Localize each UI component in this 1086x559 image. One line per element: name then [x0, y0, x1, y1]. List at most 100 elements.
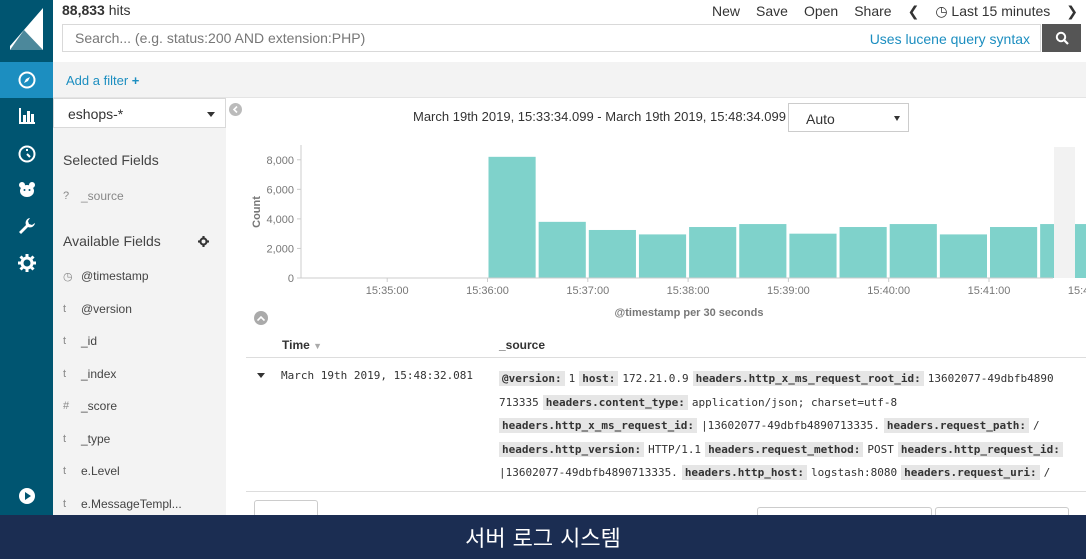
time-forward-chevron-icon[interactable]: ❯ — [1058, 3, 1086, 20]
source-line: headers.http_x_ms_request_id: |13602077-4… — [499, 414, 1079, 438]
kibana-logo[interactable] — [0, 0, 53, 60]
management-gear-icon[interactable] — [0, 245, 53, 281]
histogram-bar[interactable] — [739, 224, 787, 278]
field-name: @timestamp — [81, 269, 149, 283]
index-pattern-select[interactable]: eshops-* — [53, 98, 226, 128]
available-field-item[interactable]: t _id — [63, 333, 97, 349]
field-type-icon: t — [63, 433, 67, 445]
source-key: headers.request_path: — [883, 418, 1029, 433]
field-type-icon: ? — [63, 190, 70, 202]
partial-bucket-shade — [1054, 147, 1075, 278]
histogram-bar[interactable] — [588, 229, 636, 278]
available-field-item[interactable]: t e.MessageTempl... — [63, 496, 182, 512]
dev-tools-wrench-icon[interactable] — [0, 208, 53, 244]
sort-caret-icon: ▼ — [313, 341, 323, 351]
chevron-left-icon — [232, 106, 238, 113]
timepicker-button[interactable]: ◷ Last 15 minutes — [927, 3, 1058, 20]
clock-icon: ◷ — [935, 2, 948, 19]
search-bar: Uses lucene query syntax — [62, 24, 1041, 52]
histogram-bar[interactable] — [638, 234, 687, 278]
clock-icon: ◷ — [63, 270, 73, 283]
field-type-icon: # — [63, 400, 70, 412]
left-nav — [0, 0, 53, 515]
row-timestamp: March 19th 2019, 15:48:32.081 — [281, 369, 474, 382]
doc-table-header: Time ▼ _source — [246, 330, 1086, 358]
interval-select[interactable]: Auto — [788, 103, 909, 132]
add-filter-button[interactable]: Add a filter + — [66, 73, 139, 88]
source-value: 172.21.0.9 — [622, 372, 689, 385]
available-field-item[interactable]: t e.Level — [63, 463, 120, 479]
source-key: @version: — [499, 371, 565, 386]
top-menu: New Save Open Share ❮ ◷ Last 15 minutes … — [704, 0, 1086, 22]
toggle-chart-button[interactable] — [254, 311, 268, 325]
hits-count: 88,833 hits — [62, 2, 131, 18]
field-name: e.Level — [81, 464, 120, 478]
source-value: 13602077-49dbfb4890 — [927, 372, 1054, 385]
source-value: / — [1043, 466, 1051, 479]
source-value: 713335 — [499, 395, 539, 409]
field-type-icon: t — [63, 465, 67, 477]
source-line: @version: 1 host: 172.21.0.9 headers.http_x_… — [499, 367, 1079, 391]
source-value: POST — [867, 442, 894, 456]
source-value: / — [1032, 419, 1040, 432]
source-key: headers.http_host: — [681, 465, 808, 480]
time-column-header[interactable]: Time ▼ — [282, 338, 322, 352]
timepicker-label: Last 15 minutes — [951, 2, 1051, 19]
search-button[interactable] — [1042, 24, 1081, 52]
table-row[interactable]: March 19th 2019, 15:48:32.081 @version: 1… — [246, 358, 1086, 492]
field-name: @version — [81, 302, 132, 316]
available-field-item[interactable]: t _index — [63, 366, 116, 382]
field-type-icon: t — [63, 303, 67, 315]
x-axis: 15:35:00 15:36:00 15:37:00 15:38:00 15:39:00… — [366, 278, 1086, 297]
x-tick-label: 15:36:00 — [466, 285, 509, 297]
discover-nav-icon[interactable] — [0, 62, 53, 98]
x-tick-label: 15:37:00 — [566, 285, 609, 297]
search-input[interactable] — [63, 25, 843, 51]
histogram-bar[interactable] — [789, 233, 837, 278]
available-field-item[interactable]: t _type — [63, 431, 110, 447]
visualize-nav-icon[interactable] — [0, 98, 53, 134]
histogram-bar[interactable] — [839, 227, 887, 278]
source-value: HTTP/1.1 — [648, 442, 702, 456]
histogram-bar[interactable] — [488, 156, 536, 278]
available-field-item[interactable]: ◷ @timestamp — [63, 268, 149, 284]
histogram-bar[interactable] — [990, 227, 1038, 278]
interval-value: Auto — [806, 111, 835, 127]
source-value: |13602077-49dbfb4890713335. — [701, 419, 880, 432]
available-field-item[interactable]: t @version — [63, 301, 132, 317]
dashboard-nav-icon[interactable] — [0, 136, 53, 172]
time-back-chevron-icon[interactable]: ❮ — [900, 3, 928, 20]
field-name: e.MessageTempl... — [81, 497, 182, 511]
save-button[interactable]: Save — [748, 3, 796, 19]
hits-label: hits — [108, 2, 131, 18]
collapse-nav-play-icon[interactable] — [0, 478, 53, 514]
source-key: headers.request_method: — [705, 441, 864, 457]
source-line: headers.http_version: HTTP/1.1 headers.req… — [499, 438, 1079, 462]
collapse-sidebar-button[interactable] — [229, 103, 242, 116]
expand-row-caret-icon[interactable] — [257, 373, 265, 378]
share-button[interactable]: Share — [846, 3, 899, 19]
new-button[interactable]: New — [704, 3, 748, 19]
histogram-bar[interactable] — [538, 221, 586, 278]
source-key: headers.http_x_ms_request_root_id: — [692, 371, 924, 386]
field-settings-gear-icon[interactable] — [198, 235, 209, 250]
timelion-nav-icon[interactable] — [0, 172, 53, 208]
histogram-bar[interactable] — [939, 234, 988, 278]
histogram-bar[interactable] — [689, 227, 737, 278]
open-button[interactable]: Open — [796, 3, 846, 19]
time-range-label: March 19th 2019, 15:33:34.099 - March 19… — [413, 109, 803, 124]
source-value: |13602077-49dbfb4890713335. — [499, 466, 678, 479]
index-pattern-value: eshops-* — [68, 106, 124, 122]
source-key: headers.http_version: — [499, 441, 645, 457]
search-icon — [1055, 31, 1069, 45]
lucene-syntax-link[interactable]: Uses lucene query syntax — [870, 31, 1030, 47]
source-value: application/json; charset=utf-8 — [691, 395, 898, 409]
histogram-bar[interactable] — [889, 224, 937, 278]
x-tick-label: 15:38:00 — [667, 285, 710, 297]
field-sidebar: eshops-* Selected Fields ? _source Avail… — [53, 98, 226, 515]
available-field-item[interactable]: # _score — [63, 398, 117, 414]
source-key: headers.content_type: — [542, 394, 688, 410]
field-name: _source — [81, 189, 124, 203]
x-tick-label: 15:40:00 — [867, 285, 910, 297]
selected-field-item[interactable]: ? _source — [63, 188, 124, 204]
